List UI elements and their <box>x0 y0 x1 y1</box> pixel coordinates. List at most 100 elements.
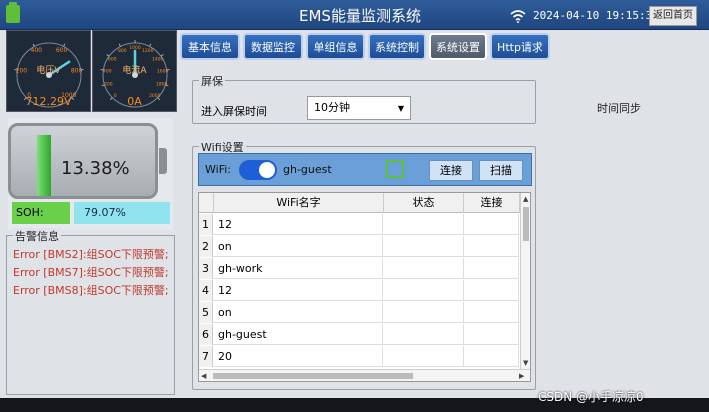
table-row[interactable]: 1 12 <box>199 214 519 235</box>
gauge-tick-label: 1400 <box>152 57 164 63</box>
screensaver-time-value: 10分钟 <box>314 101 350 114</box>
column-header-status: 状态 <box>384 193 464 213</box>
table-row[interactable]: 5 on <box>199 302 519 323</box>
scroll-down-icon[interactable]: ▼ <box>523 359 528 367</box>
connect-cell <box>464 324 519 345</box>
app-title: EMS能量监测系统 <box>299 7 421 25</box>
title-bar: EMS能量监测系统 2024-04-10 19:15:36 返回首页 <box>0 0 709 30</box>
alarm-group: 告警信息 Error [BMS2]:组SOC下限预警; Error [BMS7]… <box>6 228 175 395</box>
screensaver-time-select[interactable]: 10分钟 ▼ <box>307 96 411 120</box>
row-index: 1 <box>199 214 213 235</box>
scroll-right-icon[interactable]: ▶ <box>519 372 524 380</box>
table-row[interactable]: 6 gh-guest <box>199 324 519 345</box>
alarm-list: Error [BMS2]:组SOC下限预警; Error [BMS7]:组SOC… <box>13 248 173 302</box>
battery-percent: 13.38% <box>61 158 130 179</box>
table-row[interactable]: 2 on <box>199 236 519 257</box>
status-cell <box>384 324 464 345</box>
gauge-tick-label: 600 <box>108 57 117 63</box>
connect-cell <box>464 214 519 235</box>
gauge-tick-label: 200 <box>104 82 113 88</box>
status-cell <box>384 236 464 257</box>
scroll-thumb[interactable] <box>213 373 413 379</box>
battery-app-icon <box>6 2 20 23</box>
tab-group-info[interactable]: 单组信息 <box>306 33 365 60</box>
alarm-title: 告警信息 <box>13 228 61 244</box>
alarm-item: Error [BMS2]:组SOC下限预警; <box>13 248 169 261</box>
wifi-label: WiFi: <box>205 163 231 176</box>
vertical-scrollbar[interactable]: ▲ ▼ <box>520 193 530 369</box>
wifi-name-cell: 12 <box>214 280 383 301</box>
connect-button[interactable]: 连接 <box>429 160 473 181</box>
connect-cell <box>464 258 519 279</box>
scroll-thumb[interactable] <box>523 207 529 241</box>
status-cell <box>384 214 464 235</box>
row-index: 7 <box>199 346 213 367</box>
toggle-knob <box>259 162 275 178</box>
connect-cell <box>464 346 519 367</box>
current-ssid: gh-guest <box>283 163 332 176</box>
header-corner <box>199 193 214 213</box>
column-header-connect: 连接 <box>464 193 520 213</box>
tab-http-request[interactable]: Http请求 <box>490 33 550 60</box>
gauge-tick <box>106 54 110 57</box>
chevron-down-icon: ▼ <box>397 104 404 113</box>
status-cell <box>384 258 464 279</box>
tab-basic-info[interactable]: 基本信息 <box>180 33 240 60</box>
alarm-item: Error [BMS7]:组SOC下限预警; <box>13 266 169 279</box>
current-gauge-unit: 电流A <box>122 66 147 76</box>
tab-system-settings[interactable]: 系统设置 <box>429 33 487 60</box>
gauge-tick-label: 600 <box>56 47 68 54</box>
battery-level-fill <box>37 135 51 196</box>
voltage-gauge-unit: 电压V <box>36 66 61 76</box>
watermark: CSDN @小手凉凉0 <box>538 390 644 404</box>
scan-button[interactable]: 扫描 <box>479 160 523 181</box>
row-index: 6 <box>199 324 213 345</box>
battery-tip <box>159 148 167 174</box>
gauge-tick <box>118 43 121 47</box>
time-sync-button[interactable]: 时间同步 <box>597 100 641 116</box>
wifi-name-cell: 12 <box>214 214 383 235</box>
table-row[interactable]: 3 gh-work <box>199 258 519 279</box>
voltage-value: 712.29V <box>25 95 72 108</box>
connect-cell <box>464 302 519 323</box>
row-index: 5 <box>199 302 213 323</box>
datetime-display: 2024-04-10 19:15:36 <box>533 9 659 22</box>
alarm-item: Error [BMS8]:组SOC下限预警; <box>13 284 169 297</box>
checkbox-icon[interactable] <box>386 160 404 178</box>
connect-cell <box>464 236 519 257</box>
back-home-button[interactable]: 返回首页 <box>649 6 697 26</box>
row-index: 2 <box>199 236 213 257</box>
wifi-name-cell: gh-guest <box>214 324 383 345</box>
status-cell <box>384 280 464 301</box>
soh-label: SOH: <box>12 202 70 224</box>
battery-icon: 13.38% <box>8 123 158 199</box>
current-value: 0A <box>127 95 142 108</box>
wifi-table-header: WiFi名字 状态 连接 <box>199 193 530 213</box>
wifi-name-cell: 20 <box>214 346 383 367</box>
screensaver-title: 屏保 <box>199 73 225 89</box>
status-cell <box>384 346 464 367</box>
table-row[interactable]: 4 12 <box>199 280 519 301</box>
tab-system-control[interactable]: 系统控制 <box>368 33 426 60</box>
ems-screen: EMS能量监测系统 2024-04-10 19:15:36 返回首页 0 200 4… <box>0 0 709 398</box>
scroll-up-icon[interactable]: ▲ <box>523 195 528 203</box>
voltage-gauge: 0 200 400 600 800 1000 电压V 712.29V <box>6 30 91 112</box>
gauge-tick <box>149 43 152 47</box>
tab-data-monitor[interactable]: 数据监控 <box>243 33 303 60</box>
status-cell <box>384 302 464 323</box>
gauge-tick-label: 400 <box>31 47 43 54</box>
wifi-name-cell: gh-work <box>214 258 383 279</box>
column-header-wifi-name: WiFi名字 <box>214 193 384 213</box>
wifi-toggle[interactable] <box>239 160 277 180</box>
gauge-tick-label: 1200 <box>142 48 154 54</box>
table-row[interactable]: 7 20 <box>199 346 519 367</box>
row-index: 4 <box>199 280 213 301</box>
scroll-left-icon[interactable]: ◀ <box>201 372 206 380</box>
wifi-name-cell: on <box>214 236 383 257</box>
battery-panel: 13.38% SOH: 79.07% <box>8 118 173 230</box>
row-index: 3 <box>199 258 213 279</box>
gauge-tick-label: 800 <box>118 48 127 54</box>
screensaver-group: 屏保 进入屏保时间 10分钟 ▼ <box>192 73 536 124</box>
horizontal-scrollbar[interactable]: ◀ ▶ <box>199 369 530 381</box>
wifi-name-cell: on <box>214 302 383 323</box>
